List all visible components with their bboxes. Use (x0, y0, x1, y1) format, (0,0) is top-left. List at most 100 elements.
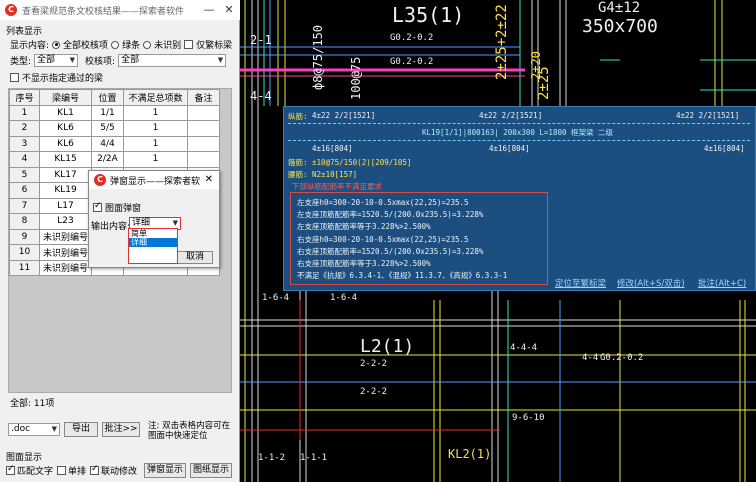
check-item-label: 校核项: (85, 57, 116, 67)
waist-rebar-info: 腰筋: N2±10[157] (288, 170, 358, 179)
table-row[interactable]: 2 KL6 5/5 1 (9, 120, 220, 137)
popup-display-button[interactable]: 弹窗显示 (144, 463, 186, 478)
cell-index[interactable]: 1 (9, 104, 40, 121)
option-detailed[interactable]: 详细 (129, 238, 177, 247)
only-marked-checkbox[interactable] (184, 40, 194, 49)
cell-fail-count[interactable]: 1 (123, 104, 188, 121)
cell-beam-id[interactable]: KL17 (39, 166, 92, 183)
cell-index[interactable]: 5 (9, 166, 40, 183)
radio-all-check-label[interactable]: 全部校核项 (63, 38, 108, 51)
cell-index[interactable]: 2 (9, 120, 40, 137)
cell-beam-id[interactable]: KL6 (39, 135, 92, 152)
table-row[interactable]: 4 KL15 2/2A 1 (9, 151, 220, 168)
cell-index[interactable]: 6 (9, 182, 40, 199)
content-label: 显示内容: (10, 41, 50, 51)
cell-beam-id[interactable]: KL1 (39, 104, 92, 121)
cell-beam-id[interactable]: 未识别编号 (39, 259, 92, 276)
total-count: 全部: 11项 (10, 399, 55, 409)
cell-index[interactable]: 9 (9, 228, 40, 245)
cell-index[interactable]: 11 (9, 259, 40, 276)
match-text-label[interactable]: 匹配文字 (17, 464, 53, 477)
hide-passed-checkbox[interactable] (10, 73, 19, 82)
cell-remark[interactable] (187, 104, 220, 121)
diagram-display-button[interactable]: 图纸显示 (190, 463, 232, 478)
cell-remark[interactable] (187, 120, 220, 137)
link-modify-checkbox[interactable] (90, 464, 100, 475)
radio-green-label[interactable]: 绿条 (122, 38, 140, 51)
cell-position[interactable]: 5/5 (91, 120, 124, 137)
annotate-link[interactable]: 批注(Alt+C) (698, 277, 746, 289)
output-options-list[interactable]: 简单 详细 (128, 228, 178, 264)
cell-beam-id[interactable]: KL19 (39, 182, 92, 199)
match-text-checkbox[interactable] (6, 464, 15, 475)
cell-beam-id[interactable]: KL15 (39, 151, 92, 168)
radio-all-check[interactable] (52, 40, 61, 49)
popup-enable-label[interactable]: 图面弹窗 (105, 201, 141, 214)
detail-line: 不满足《抗规》6.3.4-1、《混规》11.3.7、《高规》6.3.3-1 (297, 271, 508, 281)
single-label[interactable]: 单排 (68, 464, 86, 477)
cell-remark[interactable] (187, 151, 220, 168)
cell-index[interactable]: 4 (9, 151, 40, 168)
cad-label: ф8@75/150 (311, 25, 325, 90)
popup-enable-row: 图面弹窗 (93, 201, 141, 214)
cad-label: G0.2-0.2 (390, 57, 433, 67)
popup-titlebar: C 弹窗显示——探索者软 ✕ (89, 171, 219, 189)
cell-remark[interactable] (187, 135, 220, 152)
cell-fail-count[interactable]: 1 (123, 135, 188, 152)
close-icon[interactable]: ✕ (205, 174, 213, 185)
column-header-index[interactable]: 序号 (9, 89, 40, 106)
beam-info-line: KL19[1/1]|800163| 200x300 L=1800 框架梁 二级 (422, 128, 614, 137)
type-label: 类型: (10, 57, 32, 67)
radio-unrecognized-label[interactable]: 未识别 (154, 38, 181, 51)
radio-unrecognized[interactable] (143, 40, 152, 49)
cell-beam-id[interactable]: L17 (39, 197, 92, 214)
column-header-remark[interactable]: 备注 (187, 89, 220, 106)
radio-green[interactable] (111, 40, 120, 49)
cancel-button[interactable]: 取消 (177, 251, 213, 264)
dashed-divider (288, 140, 750, 141)
cell-index[interactable]: 10 (9, 244, 40, 261)
hide-passed-label[interactable]: 不显示指定通过的梁 (22, 71, 103, 84)
cell-position[interactable]: 4/4 (91, 135, 124, 152)
close-icon[interactable]: ✕ (222, 3, 236, 17)
cell-position[interactable]: 2/2A (91, 151, 124, 168)
column-header-fail-count[interactable]: 不满足总项数 (123, 89, 188, 106)
cell-beam-id[interactable]: 未识别编号 (39, 228, 92, 245)
cell-beam-id[interactable]: 未识别编号 (39, 244, 92, 261)
export-format-select[interactable]: .doc ▼ (8, 423, 60, 436)
cell-fail-count[interactable]: 1 (123, 120, 188, 137)
link-modify-label[interactable]: 联动修改 (101, 464, 137, 477)
window-title: 查看梁规范条文校核结果——探索者软件 (22, 6, 185, 17)
cell-index[interactable]: 3 (9, 135, 40, 152)
option-simple[interactable]: 简单 (129, 229, 177, 238)
stirrup-info: 箍筋: ±10@75/150(2)[209/105] (288, 158, 412, 167)
cell-index[interactable]: 8 (9, 213, 40, 230)
top-rebar-right: 4±22 2/2[1521] (676, 111, 740, 120)
type-select[interactable]: 全部 ▼ (34, 54, 79, 67)
locate-link[interactable]: 定位至繁标梁 (555, 277, 606, 289)
cell-beam-id[interactable]: KL6 (39, 120, 92, 137)
column-header-beam-id[interactable]: 梁编号 (39, 89, 92, 106)
check-item-select[interactable]: 全部 ▼ (118, 54, 227, 67)
app-logo-icon: C (94, 174, 106, 186)
list-section-title: 列表显示 (6, 27, 43, 37)
cad-label: 350x700 (582, 16, 658, 37)
annotate-button[interactable]: 批注>> (102, 422, 140, 437)
cell-beam-id[interactable]: L23 (39, 213, 92, 230)
minimize-icon[interactable]: — (202, 3, 216, 17)
only-marked-label[interactable]: 仅繁标梁 (196, 38, 232, 51)
single-checkbox[interactable] (57, 466, 67, 475)
top-rebar-mid: 4±22 2/2[1521] (479, 111, 543, 120)
cad-label: 9-6-10 (512, 413, 545, 423)
column-header-position[interactable]: 位置 (91, 89, 124, 106)
popup-enable-checkbox[interactable] (93, 201, 102, 212)
cell-index[interactable]: 7 (9, 197, 40, 214)
table-row[interactable]: 1 KL1 1/1 1 (9, 104, 220, 121)
export-note: 注: 双击表格内容可在图面中快速定位 (148, 421, 231, 441)
export-button[interactable]: 导出 (64, 422, 98, 437)
cell-fail-count[interactable]: 1 (123, 151, 188, 168)
cell-position[interactable]: 1/1 (91, 104, 124, 121)
cad-label: 1-6-4 (330, 293, 357, 303)
table-row[interactable]: 3 KL6 4/4 1 (9, 135, 220, 152)
modify-link[interactable]: 修改(Alt+S/双击) (617, 277, 685, 289)
